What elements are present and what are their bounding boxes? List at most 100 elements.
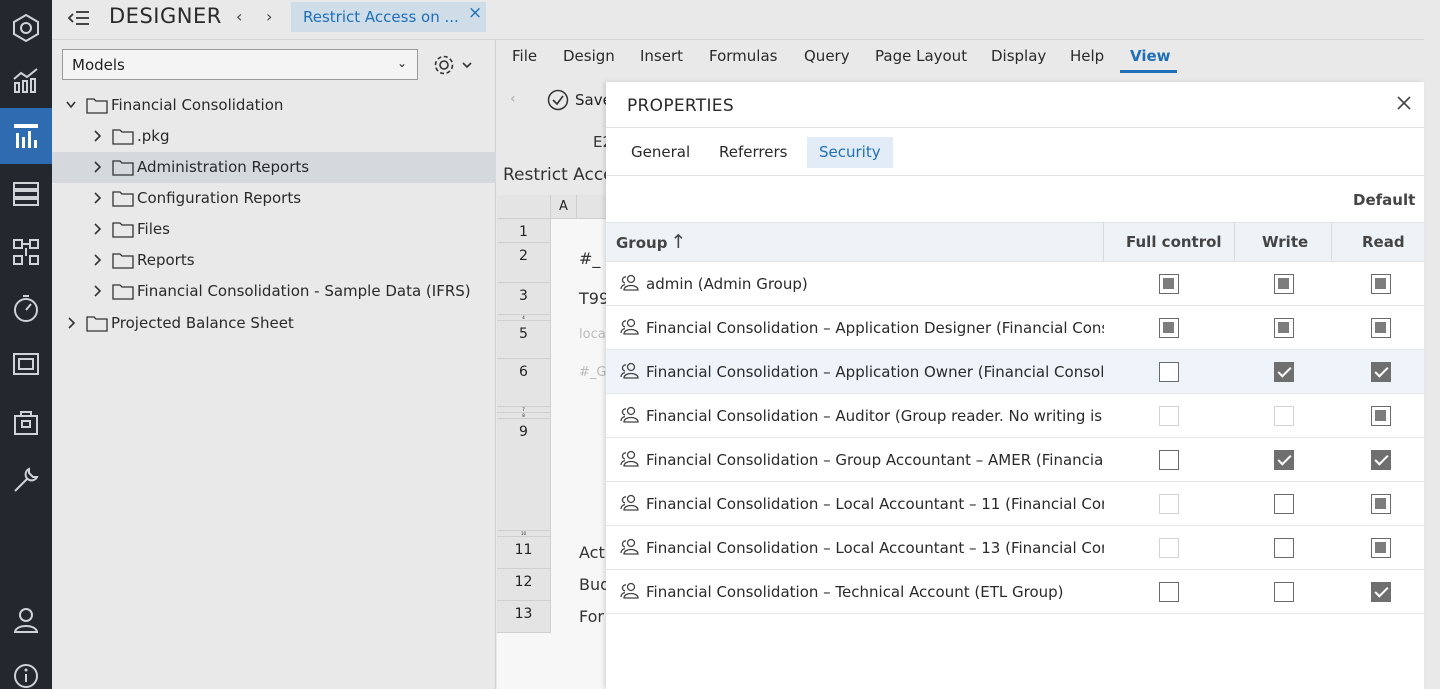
menu-formulas[interactable]: Formulas: [709, 47, 777, 65]
cell-value[interactable]: loca: [579, 327, 606, 342]
tree-item[interactable]: Financial Consolidation - Sample Data (I…: [52, 276, 496, 307]
full-control-checkbox[interactable]: [1159, 318, 1179, 338]
read-checkbox[interactable]: [1371, 582, 1391, 602]
read-checkbox[interactable]: [1371, 318, 1391, 338]
chevron-right-icon[interactable]: [92, 160, 102, 174]
tab-security[interactable]: Security: [807, 137, 893, 168]
read-checkbox[interactable]: [1371, 274, 1391, 294]
gear-icon[interactable]: [432, 52, 476, 78]
write-checkbox[interactable]: [1274, 538, 1294, 558]
tree-item[interactable]: Reports: [52, 245, 496, 276]
read-checkbox[interactable]: [1371, 362, 1391, 382]
row-header[interactable]: 5: [497, 321, 551, 359]
full-control-checkbox[interactable]: [1159, 450, 1179, 470]
analytics-icon[interactable]: [0, 52, 52, 108]
wrench-icon[interactable]: [0, 452, 52, 508]
sort-ascending-icon[interactable]: ↑: [670, 231, 686, 253]
user-group-icon: [620, 450, 639, 467]
write-checkbox[interactable]: [1274, 582, 1294, 602]
menu-query[interactable]: Query: [804, 47, 850, 65]
document-tab[interactable]: Restrict Access on ... ×: [291, 2, 486, 32]
nav-forward-icon[interactable]: ›: [266, 7, 272, 26]
full-control-checkbox[interactable]: [1159, 582, 1179, 602]
chevron-right-icon[interactable]: [92, 284, 102, 298]
row-header[interactable]: 3: [497, 283, 551, 315]
menu-display[interactable]: Display: [991, 47, 1046, 65]
table-row[interactable]: Financial Consolidation – Application De…: [606, 306, 1424, 350]
write-checkbox[interactable]: [1274, 362, 1294, 382]
package-icon[interactable]: [0, 394, 52, 450]
save-icon[interactable]: [547, 89, 569, 111]
column-header-a[interactable]: A: [551, 195, 577, 219]
menu-page-layout[interactable]: Page Layout: [875, 47, 967, 65]
collapse-menu-icon[interactable]: [68, 9, 90, 27]
chevron-right-icon[interactable]: [92, 222, 102, 236]
write-checkbox[interactable]: [1274, 494, 1294, 514]
tree-item[interactable]: Administration Reports: [52, 152, 496, 183]
read-checkbox[interactable]: [1371, 450, 1391, 470]
tab-general[interactable]: General: [619, 137, 702, 168]
divider: [1103, 223, 1104, 261]
menu-file[interactable]: File: [512, 47, 537, 65]
cell-value[interactable]: #_: [579, 249, 600, 268]
properties-title: PROPERTIES: [627, 96, 734, 116]
designer-icon[interactable]: [0, 108, 52, 164]
chevron-down-icon[interactable]: [66, 98, 76, 112]
full-control-checkbox[interactable]: [1159, 362, 1179, 382]
tree-item[interactable]: Projected Balance Sheet: [52, 308, 496, 339]
column-header-b[interactable]: [577, 195, 607, 219]
dashboard-icon[interactable]: [0, 336, 52, 392]
chevron-right-icon[interactable]: [92, 253, 102, 267]
write-checkbox[interactable]: [1274, 318, 1294, 338]
read-checkbox[interactable]: [1371, 538, 1391, 558]
chevron-right-icon[interactable]: [66, 316, 76, 330]
table-row[interactable]: Financial Consolidation – Local Accounta…: [606, 482, 1424, 526]
chevron-right-icon[interactable]: [92, 129, 102, 143]
full-control-checkbox[interactable]: [1159, 274, 1179, 294]
table-row[interactable]: Financial Consolidation – Auditor (Group…: [606, 394, 1424, 438]
tree-item[interactable]: Financial Consolidation: [52, 90, 496, 121]
table-row[interactable]: Financial Consolidation – Group Accounta…: [606, 438, 1424, 482]
row-header[interactable]: 13: [497, 601, 551, 633]
row-header[interactable]: 2: [497, 243, 551, 283]
chevron-right-icon[interactable]: [92, 191, 102, 205]
menu-insert[interactable]: Insert: [640, 47, 683, 65]
table-row[interactable]: Financial Consolidation – Application Ow…: [606, 350, 1424, 394]
write-checkbox[interactable]: [1274, 450, 1294, 470]
cell-value[interactable]: #_G: [579, 365, 606, 380]
row-header[interactable]: 1: [497, 219, 551, 243]
workflow-icon[interactable]: [0, 224, 52, 280]
toolbar-back-icon[interactable]: ‹: [510, 91, 516, 107]
read-checkbox[interactable]: [1371, 406, 1391, 426]
table-row[interactable]: Financial Consolidation – Technical Acco…: [606, 570, 1424, 614]
close-tab-icon[interactable]: ×: [468, 3, 482, 23]
tree-item[interactable]: Files: [52, 214, 496, 245]
divider: [1331, 223, 1332, 261]
table-row[interactable]: Financial Consolidation – Local Accounta…: [606, 526, 1424, 570]
cell-value[interactable]: T99: [579, 289, 609, 308]
column-group[interactable]: Group ↑: [616, 223, 686, 261]
app-logo-icon[interactable]: [0, 0, 52, 56]
menu-design[interactable]: Design: [563, 47, 615, 65]
models-select[interactable]: Models ⌄: [62, 49, 418, 80]
close-icon[interactable]: [1396, 95, 1412, 111]
user-icon[interactable]: [0, 592, 52, 648]
timer-icon[interactable]: [0, 280, 52, 336]
tree-item[interactable]: Configuration Reports: [52, 183, 496, 214]
tab-referrers[interactable]: Referrers: [707, 137, 799, 168]
menu-view[interactable]: View: [1130, 47, 1171, 65]
tree-item[interactable]: .pkg: [52, 121, 496, 152]
nav-back-icon[interactable]: ‹: [236, 7, 242, 26]
read-checkbox[interactable]: [1371, 494, 1391, 514]
table-row[interactable]: admin (Admin Group): [606, 262, 1424, 306]
menu-help[interactable]: Help: [1070, 47, 1104, 65]
cell-value[interactable]: For: [579, 607, 604, 626]
data-server-icon[interactable]: [0, 166, 52, 222]
row-header[interactable]: 12: [497, 569, 551, 601]
write-checkbox[interactable]: [1274, 274, 1294, 294]
row-header[interactable]: 6: [497, 359, 551, 407]
info-icon[interactable]: [0, 648, 52, 689]
row-header[interactable]: 11: [497, 537, 551, 569]
row-header[interactable]: 9: [497, 419, 551, 531]
side-rail: [0, 0, 52, 689]
